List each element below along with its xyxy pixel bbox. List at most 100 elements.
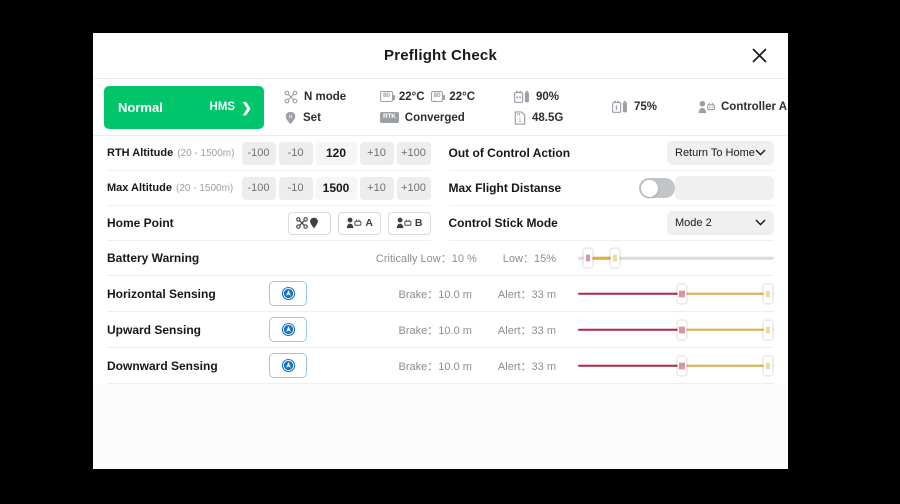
rth-minus-10-button[interactable]: -10 (278, 141, 313, 165)
out-of-control-action-value: Return To Home (675, 147, 755, 159)
max-alt-minus-10-button[interactable]: -10 (278, 176, 313, 200)
obstacle-sensing-icon (281, 286, 296, 301)
slider-segment-gold (681, 364, 769, 367)
row-rth-altitude: RTH Altitude (20 - 1500m) -100 -10 120 +… (107, 136, 431, 171)
battery-warning-label: Battery Warning (107, 251, 200, 265)
horizontal-alert-handle[interactable] (763, 284, 773, 303)
home-point-a-text: A (365, 217, 373, 229)
rth-altitude-value[interactable]: 120 (315, 141, 357, 165)
settings-columns: RTH Altitude (20 - 1500m) -100 -10 120 +… (93, 136, 788, 241)
horizontal-sensing-toggle-button[interactable] (269, 281, 307, 306)
hms-link-label: HMS (209, 101, 236, 113)
obstacle-sensing-icon (281, 322, 296, 337)
sd-card-icon: 1 (514, 110, 526, 125)
downward-sensing-slider[interactable] (578, 355, 774, 377)
slider-segment-gold (681, 328, 769, 331)
upward-sensing-toggle-button[interactable] (269, 317, 307, 342)
max-altitude-label: Max Altitude (107, 182, 172, 194)
max-alt-plus-10-button[interactable]: +10 (359, 176, 394, 200)
max-altitude-range: (20 - 1500m) (176, 182, 234, 194)
obstacle-sensing-icon (281, 358, 296, 373)
horizontal-sensing-metrics: Brake：10.0 m Alert：33 m (399, 286, 556, 302)
status-group-controller: Controller A (698, 79, 808, 135)
aircraft-battery-icon (514, 90, 530, 104)
toggle-knob (640, 179, 658, 197)
preflight-check-dialog: Preflight Check Normal HMS ❯ N mode H Se… (93, 33, 788, 469)
controller-battery-label: 75% (634, 101, 658, 113)
upward-sensing-slider[interactable] (578, 319, 774, 341)
dialog-footer-space (93, 384, 788, 469)
out-of-control-action-label: Out of Control Action (448, 146, 571, 160)
max-altitude-value[interactable]: 1500 (315, 176, 357, 200)
slider-segment-crimson (578, 328, 682, 331)
flight-mode-label: N mode (304, 90, 347, 103)
home-point-aircraft-button[interactable] (288, 211, 332, 235)
row-downward-sensing: Downward Sensing Brake：10.0 m Alert：33 m (107, 348, 774, 384)
downward-brake-handle[interactable] (677, 356, 687, 375)
battery-temp-1-label: 22°C (398, 90, 425, 103)
svg-text:H: H (289, 114, 293, 120)
rtk-status-label: Converged (404, 111, 465, 124)
max-flight-distance-toggle[interactable] (639, 178, 676, 198)
control-stick-mode-label: Control Stick Mode (448, 216, 558, 230)
battery-temp-icon-2: 80 (430, 91, 446, 102)
control-stick-mode-value: Mode 2 (675, 217, 712, 229)
rth-plus-10-button[interactable]: +10 (359, 141, 394, 165)
row-battery-warning: Battery Warning Critically Low：10 % Low：… (107, 241, 774, 276)
row-horizontal-sensing: Horizontal Sensing Brake：10.0 m Alert：33… (107, 276, 774, 312)
battery-low-value: Low：15% (502, 253, 556, 265)
downward-brake-value: Brake：10.0 m (398, 360, 472, 373)
status-bar: Normal HMS ❯ N mode H Set 80 22°C 80 22°… (93, 79, 788, 136)
battery-low-handle[interactable] (610, 248, 620, 268)
upward-sensing-metrics: Brake：10.0 m Alert：33 m (399, 322, 556, 338)
drone-icon (284, 90, 298, 104)
page-title: Preflight Check (383, 47, 498, 64)
rth-altitude-range: (20 - 1500m) (177, 147, 235, 159)
max-alt-plus-100-button[interactable]: +100 (396, 176, 431, 200)
rth-plus-100-button[interactable]: +100 (396, 141, 431, 165)
downward-alert-handle[interactable] (763, 356, 773, 375)
status-rtk: RTK Converged (380, 110, 514, 126)
control-stick-mode-dropdown[interactable]: Mode 2 (667, 211, 774, 235)
status-controller: Controller A (698, 99, 808, 115)
hms-status-button[interactable]: Normal HMS ❯ (104, 85, 264, 129)
out-of-control-action-dropdown[interactable]: Return To Home (667, 141, 774, 165)
battery-critically-low-handle[interactable] (583, 248, 593, 268)
drone-pin-icon (296, 217, 320, 229)
status-controller-battery: 75% (612, 99, 698, 115)
home-point-b-button[interactable]: B (387, 211, 431, 235)
upward-brake-handle[interactable] (677, 320, 687, 339)
horizontal-sensing-slider[interactable] (578, 283, 774, 305)
status-aircraft-battery: 90% (514, 89, 612, 105)
row-out-of-control-action: Out of Control Action Return To Home (448, 136, 774, 171)
settings-body: RTH Altitude (20 - 1500m) -100 -10 120 +… (93, 136, 788, 469)
upward-alert-value: Alert：33 m (497, 324, 556, 337)
status-group-flight-mode: N mode H Set (284, 79, 380, 135)
home-point-a-button[interactable]: A (338, 211, 381, 235)
settings-column-left: RTH Altitude (20 - 1500m) -100 -10 120 +… (93, 136, 441, 241)
row-control-stick-mode: Control Stick Mode Mode 2 (448, 206, 774, 241)
battery-warning-slider[interactable] (578, 247, 774, 269)
controller-icon (698, 100, 715, 114)
rth-altitude-label: RTH Altitude (107, 147, 174, 159)
horizontal-alert-value: Alert：33 m (497, 288, 556, 301)
rth-minus-100-button[interactable]: -100 (241, 141, 276, 165)
upward-alert-handle[interactable] (763, 320, 773, 339)
controller-label: Controller A (721, 101, 788, 113)
horizontal-brake-value: Brake：10.0 m (398, 288, 472, 301)
downward-sensing-metrics: Brake：10.0 m Alert：33 m (399, 358, 556, 374)
chevron-down-icon (755, 149, 766, 158)
max-alt-minus-100-button[interactable]: -100 (241, 176, 276, 200)
downward-sensing-toggle-button[interactable] (269, 353, 307, 378)
row-max-flight-distance: Max Flight Distanse (448, 171, 774, 206)
status-group-aircraft: 90% 1 48.5G (514, 79, 612, 135)
home-point-b-text: B (414, 217, 423, 229)
row-max-altitude: Max Altitude (20 - 1500m) -100 -10 1500 … (107, 171, 431, 206)
max-flight-distance-field[interactable] (675, 176, 774, 200)
rtk-icon: RTK (380, 112, 399, 123)
status-home-point: H Set (284, 110, 380, 126)
close-icon[interactable] (746, 43, 772, 69)
status-temperatures: 80 22°C 80 22°C (380, 89, 514, 105)
horizontal-brake-handle[interactable] (677, 284, 687, 303)
svg-text:1: 1 (518, 118, 522, 124)
